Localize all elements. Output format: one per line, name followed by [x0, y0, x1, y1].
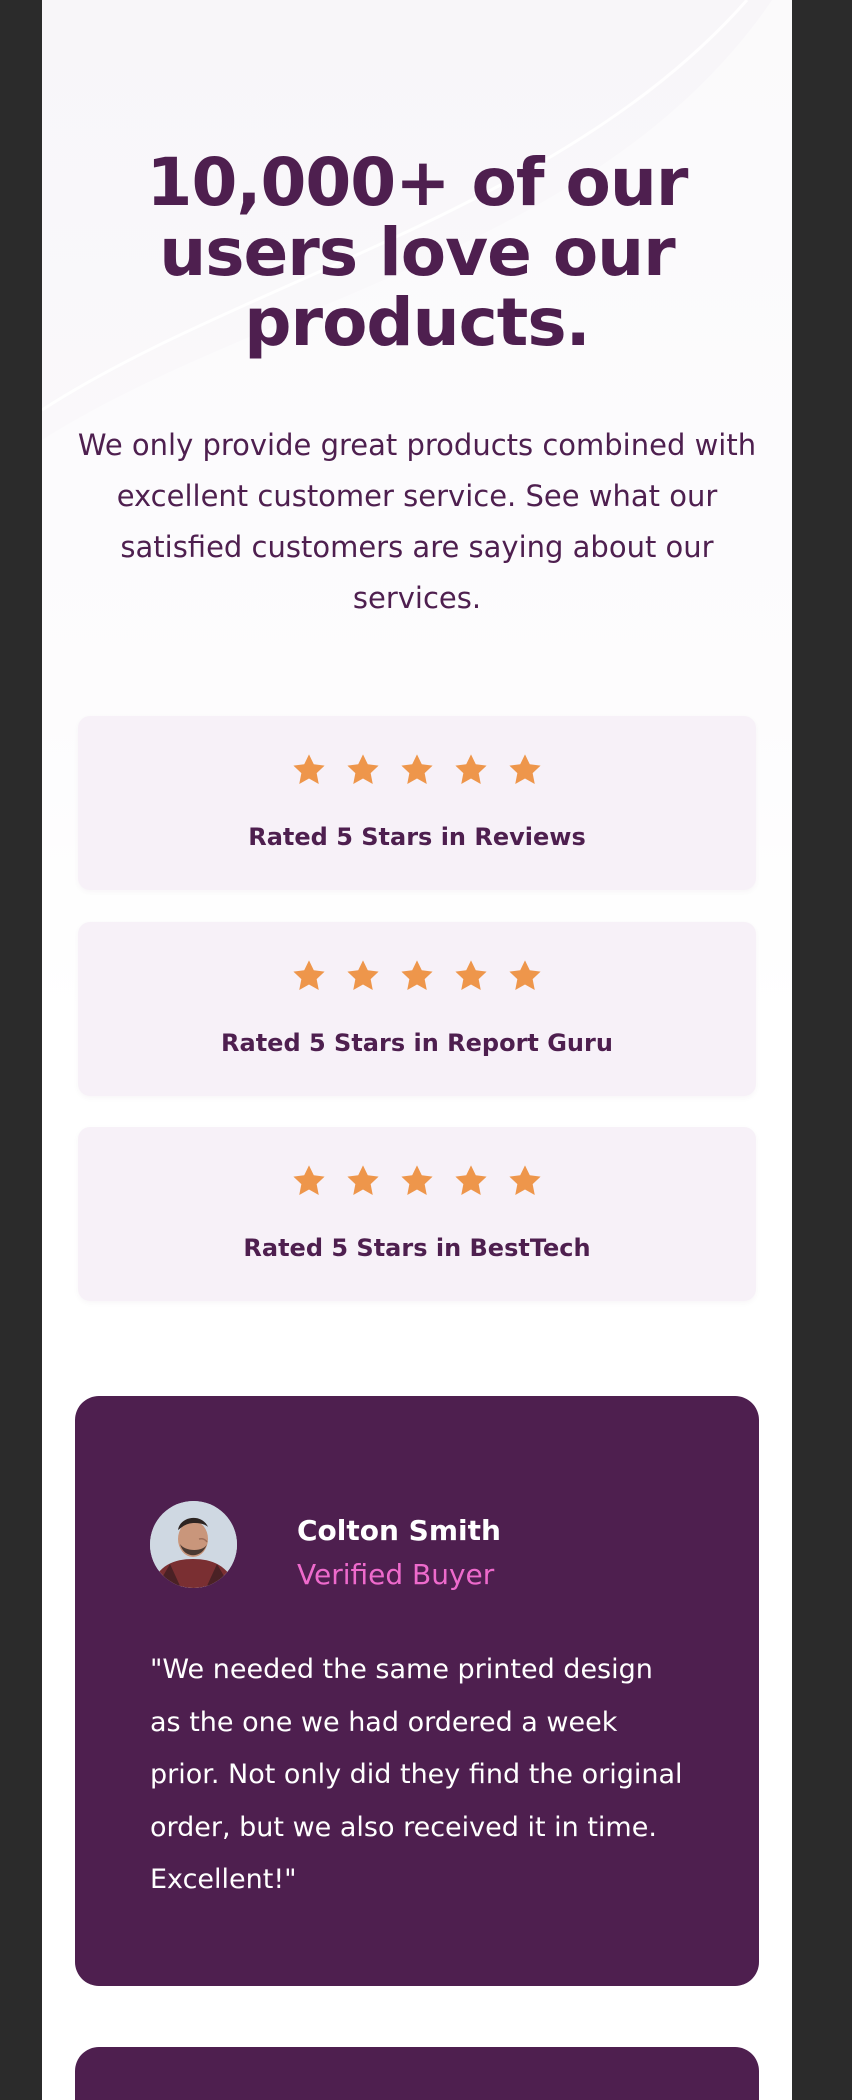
star-rating	[78, 958, 756, 998]
star-icon	[293, 1165, 325, 1195]
page-title: 10,000+ of our users love our products.	[146, 144, 689, 361]
testimonial-quote: "We needed the same printed design as th…	[150, 1654, 683, 1895]
star-icon	[509, 960, 541, 990]
star-icon	[455, 960, 487, 990]
rating-label: Rated 5 Stars in BestTech	[243, 1234, 591, 1262]
star-icon	[455, 1165, 487, 1195]
star-icon	[509, 1165, 541, 1195]
rating-label: Rated 5 Stars in Reviews	[248, 823, 586, 851]
star-icon	[347, 960, 379, 990]
star-icon	[401, 960, 433, 990]
rating-card-reviews: Rated 5 Stars in Reviews	[78, 716, 756, 890]
rating-card-besttech: Rated 5 Stars in BestTech	[78, 1127, 756, 1301]
star-icon	[509, 754, 541, 784]
star-icon	[401, 1165, 433, 1195]
page-content: 10,000+ of our users love our products. …	[42, 0, 792, 2100]
star-icon	[455, 754, 487, 784]
testimonial-card-next	[75, 2047, 759, 2100]
star-icon	[293, 960, 325, 990]
verified-buyer-label: Verified Buyer	[297, 1558, 495, 1591]
rating-card-report-guru: Rated 5 Stars in Report Guru	[78, 922, 756, 1096]
star-rating	[78, 752, 756, 792]
star-icon	[401, 754, 433, 784]
star-rating	[78, 1163, 756, 1203]
reviewer-name: Colton Smith	[297, 1514, 501, 1547]
star-icon	[293, 754, 325, 784]
testimonial-card: Colton Smith Verified Buyer "We needed t…	[75, 1396, 759, 1986]
intro-text: We only provide great products combined …	[77, 428, 757, 615]
star-icon	[347, 754, 379, 784]
avatar	[150, 1501, 237, 1588]
rating-label: Rated 5 Stars in Report Guru	[221, 1029, 613, 1057]
avatar-photo	[150, 1501, 237, 1588]
star-icon	[347, 1165, 379, 1195]
